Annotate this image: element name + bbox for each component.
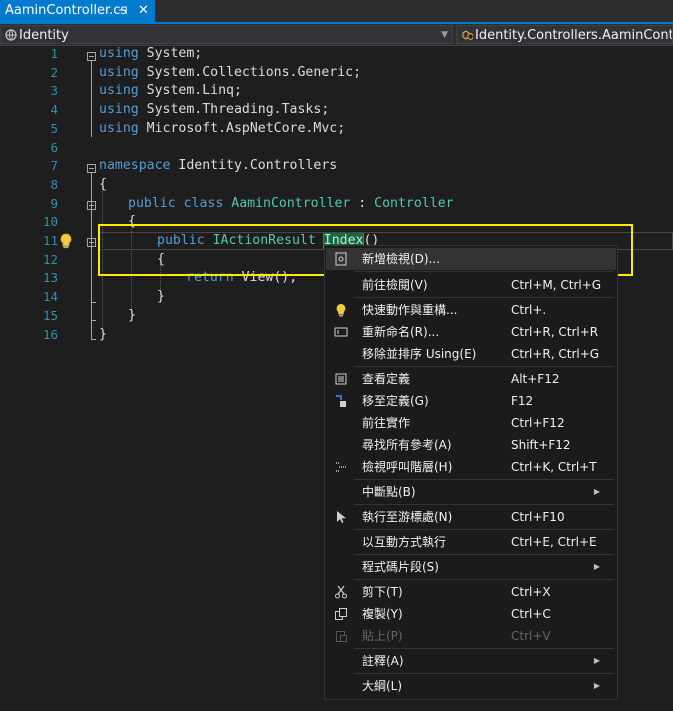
line-number: 15 [42,307,58,323]
menu-item-add-view[interactable]: 新增檢視(D)... [326,248,616,270]
menu-separator [354,579,614,580]
menu-item-run-interactive[interactable]: 以互動方式執行 Ctrl+E, Ctrl+E [326,531,616,553]
code-line: } [99,326,107,342]
class-dropdown[interactable]: Identity.Controllers.AaminController [456,25,673,44]
add-view-icon [334,252,348,266]
collapse-method-icon[interactable] [87,238,96,247]
lightbulb-icon [334,303,348,317]
menu-separator [354,271,614,272]
copy-icon [334,607,348,621]
menu-item-cut[interactable]: 剪下(T) Ctrl+X [326,581,616,603]
pin-icon[interactable]: ⊣ [118,0,128,22]
code-line: } [128,307,136,323]
run-to-cursor-icon [334,510,348,524]
menu-separator [354,554,614,555]
collapse-class-icon[interactable] [87,201,96,210]
submenu-arrow-icon: ▶ [593,656,600,665]
rename-icon [334,325,348,339]
line-number: 1 [50,46,58,61]
outline-end [91,339,96,340]
line-number: 9 [50,195,58,211]
code-line: { [99,176,107,192]
line-number: 2 [50,64,58,80]
outline-line [91,61,92,137]
project-label: Identity [19,28,69,43]
class-icon [462,30,473,41]
menu-item-find-all-references[interactable]: 尋找所有參考(A) Shift+F12 [326,434,616,456]
menu-separator [354,366,614,367]
menu-item-code-snippets[interactable]: 程式碼片段(S) ▶ [326,556,616,578]
line-number: 14 [42,289,58,305]
menu-separator [354,297,614,298]
context-menu: 新增檢視(D)... 前往檢閱(V) Ctrl+M, Ctrl+G 快速動作與重… [324,245,618,700]
line-number: 6 [50,139,58,155]
project-icon [5,29,17,41]
menu-item-go-to-implementation[interactable]: 前往實作 Ctrl+F12 [326,412,616,434]
code-line: namespace Identity.Controllers [99,158,338,174]
class-label: Identity.Controllers.AaminController [475,28,672,43]
submenu-arrow-icon: ▶ [593,681,600,690]
line-number: 16 [42,326,58,342]
go-to-definition-icon [334,394,348,408]
code-line: public class AaminController : Controlle… [128,195,454,211]
line-number: 7 [50,158,58,174]
line-number: 8 [50,176,58,192]
collapse-usings-icon[interactable] [87,52,96,61]
chevron-down-icon: ▼ [441,30,448,40]
menu-item-go-to-definition[interactable]: 移至定義(G) F12 [326,390,616,412]
code-line: } [157,289,165,305]
menu-separator [354,673,614,674]
line-number: 11 [42,233,58,248]
outline-end [91,320,96,321]
menu-separator [354,504,614,505]
menu-item-go-to-review[interactable]: 前往檢閱(V) Ctrl+M, Ctrl+G [326,274,616,296]
code-line: using System.Linq; [99,83,242,99]
collapse-namespace-icon[interactable] [87,164,96,173]
call-hierarchy-icon [334,460,348,474]
outline-line [91,173,92,339]
line-number: 13 [42,270,58,286]
menu-item-copy[interactable]: 複製(Y) Ctrl+C [326,603,616,625]
project-dropdown[interactable]: Identity ▼ [0,25,453,44]
code-line: using System; [99,46,203,61]
outline-end [91,302,96,303]
menu-item-remove-sort-usings[interactable]: 移除並排序 Using(E) Ctrl+R, Ctrl+G [326,343,616,365]
file-tab[interactable]: AaminController.cs ⊣ ✕ [0,0,155,22]
submenu-arrow-icon: ▶ [593,562,600,571]
menu-item-peek-definition[interactable]: 查看定義 Alt+F12 [326,368,616,390]
menu-item-view-call-hierarchy[interactable]: 檢視呼叫階層(H) Ctrl+K, Ctrl+T [326,456,616,478]
tab-bar: AaminController.cs ⊣ ✕ [0,0,673,24]
code-line: using Microsoft.AspNetCore.Mvc; [99,120,346,136]
line-number: 12 [42,251,58,267]
menu-item-outlining[interactable]: 大綱(L) ▶ [326,675,616,697]
menu-item-annotation[interactable]: 註釋(A) ▶ [326,650,616,672]
menu-item-breakpoint[interactable]: 中斷點(B) ▶ [326,481,616,503]
menu-item-run-to-cursor[interactable]: 執行至游標處(N) Ctrl+F10 [326,506,616,528]
line-number: 3 [50,83,58,99]
menu-item-quick-actions[interactable]: 快速動作與重構... Ctrl+. [326,299,616,321]
code-line: using System.Threading.Tasks; [99,102,330,118]
menu-separator [354,529,614,530]
close-icon[interactable]: ✕ [138,0,149,22]
paste-icon [334,629,348,643]
menu-separator [354,479,614,480]
menu-separator [354,648,614,649]
lightbulb-icon[interactable] [59,233,73,249]
line-number: 10 [42,214,58,230]
line-number: 5 [50,120,58,136]
peek-definition-icon [334,372,348,386]
code-line: using System.Collections.Generic; [99,64,362,80]
menu-item-paste[interactable]: 貼上(P) Ctrl+V [326,625,616,647]
submenu-arrow-icon: ▶ [593,487,600,496]
tab-title: AaminController.cs [5,3,128,18]
cut-icon [334,585,348,599]
line-number: 4 [50,102,58,118]
menu-item-rename[interactable]: 重新命名(R)... Ctrl+R, Ctrl+R [326,321,616,343]
navigation-bar: Identity ▼ Identity.Controllers.AaminCon… [0,24,673,46]
